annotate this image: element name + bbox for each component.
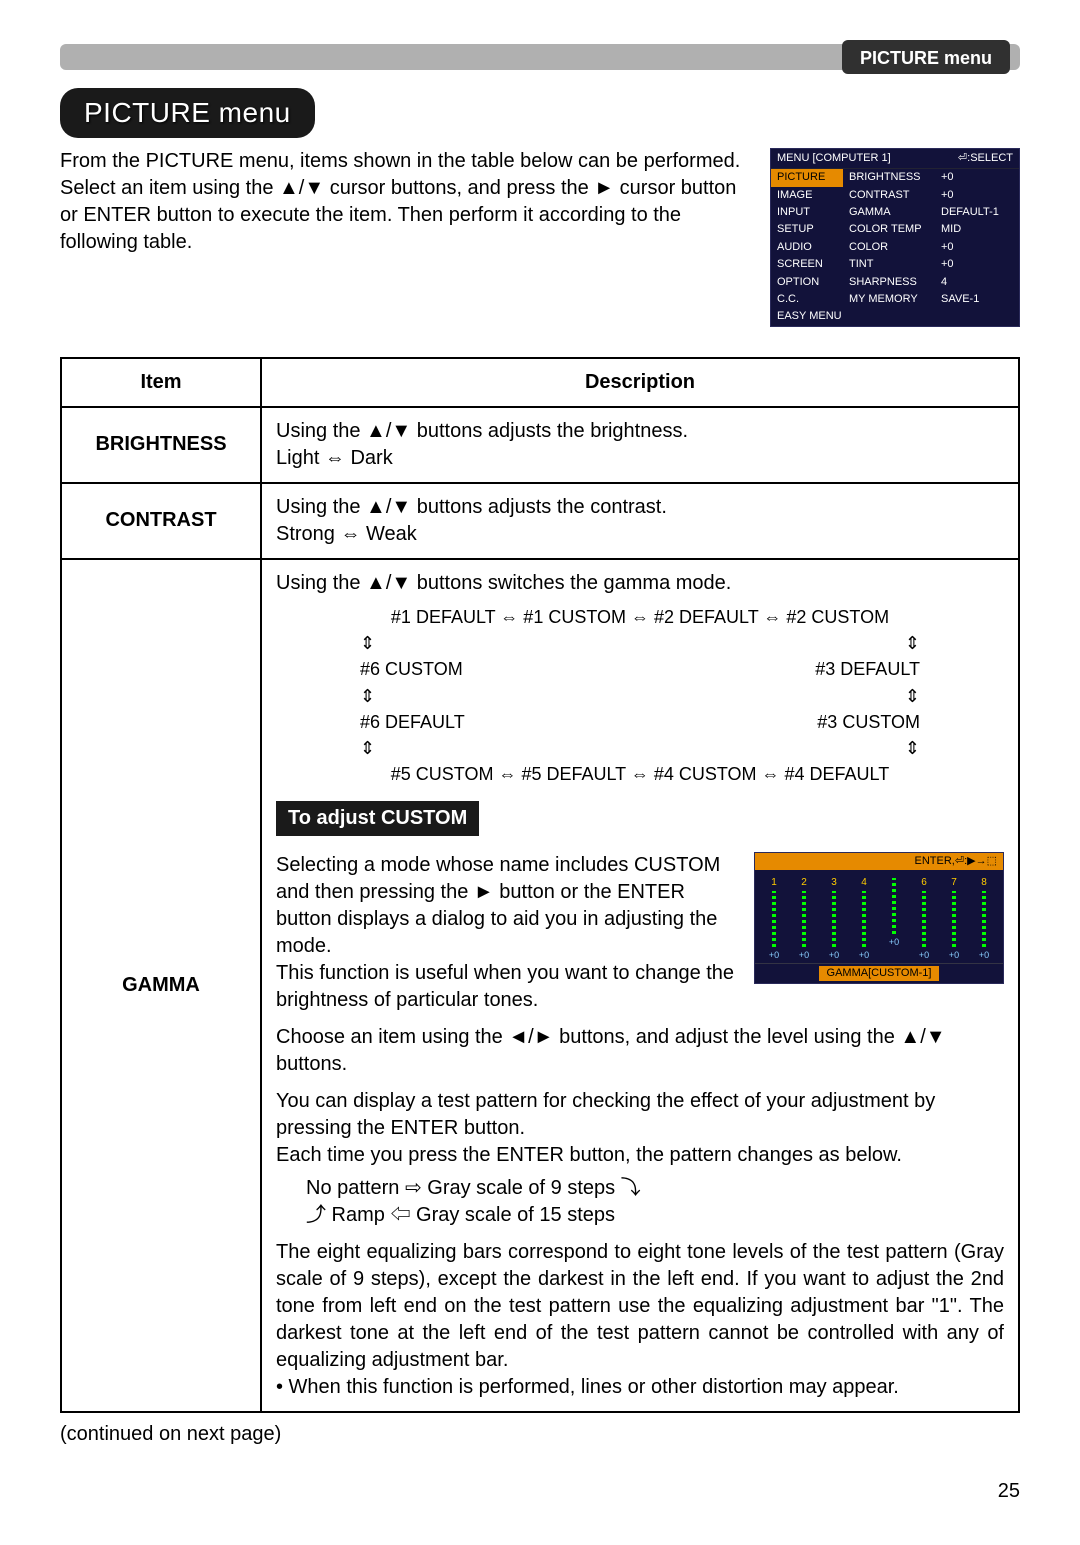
gamma-subhead: To adjust CUSTOM xyxy=(276,801,479,836)
up-down-icon: ⇕ xyxy=(360,736,375,760)
up-down-icon: ⇕ xyxy=(905,736,920,760)
osd-mid-item: BRIGHTNESS xyxy=(843,169,935,186)
osd-right-item: SAVE-1 xyxy=(935,291,1019,308)
osd-left-item: INPUT xyxy=(771,204,843,221)
osd-left-item: EASY MENU xyxy=(771,308,843,325)
up-down-icon: ⇕ xyxy=(360,684,375,708)
desc-line: Using the ▲/▼ buttons switches the gamma… xyxy=(276,570,1004,597)
osd-mid-item: CONTRAST xyxy=(843,187,935,204)
item-desc: Using the ▲/▼ buttons adjusts the contra… xyxy=(261,483,1019,559)
up-down-icon: ⇕ xyxy=(360,631,375,655)
table-row: GAMMA Using the ▲/▼ buttons switches the… xyxy=(61,559,1019,1412)
cycle-line: #3 CUSTOM xyxy=(817,710,920,734)
osd-select-label: ⏎:SELECT xyxy=(958,151,1013,166)
osd-screenshot: MENU [COMPUTER 1] ⏎:SELECT PICTURE IMAGE… xyxy=(770,148,1020,327)
table-row: BRIGHTNESS Using the ▲/▼ buttons adjusts… xyxy=(61,407,1019,483)
osd-right-item: MID xyxy=(935,221,1019,238)
item-name: GAMMA xyxy=(61,559,261,1412)
osd-mid-item: SHARPNESS xyxy=(843,274,935,291)
breadcrumb: PICTURE menu xyxy=(842,40,1010,74)
osd-left-item: OPTION xyxy=(771,274,843,291)
gamma-cycle: #1 DEFAULT ⇔ #1 CUSTOM ⇔ #2 DEFAULT ⇔ #2… xyxy=(276,605,1004,787)
eq-bar xyxy=(922,891,926,947)
eq-bar xyxy=(892,878,896,934)
osd-mid-item: COLOR xyxy=(843,239,935,256)
eq-bar xyxy=(802,891,806,947)
osd-mid-item: MY MEMORY xyxy=(843,291,935,308)
bar-val: +0 xyxy=(821,949,847,961)
bar-val: +0 xyxy=(881,936,907,948)
desc-note: • When this function is performed, lines… xyxy=(276,1374,1004,1401)
osd-left-item: SCREEN xyxy=(771,256,843,273)
eq-bar xyxy=(862,891,866,947)
item-name: CONTRAST xyxy=(61,483,261,559)
osd-right-item: 4 xyxy=(935,274,1019,291)
page-number: 25 xyxy=(60,1478,1020,1505)
item-name: BRIGHTNESS xyxy=(61,407,261,483)
cycle-line: #6 DEFAULT xyxy=(360,710,465,734)
col-header-desc: Description xyxy=(261,358,1019,407)
bar-val: +0 xyxy=(971,949,997,961)
gamma-osd-footer: GAMMA[CUSTOM-1] xyxy=(819,966,940,981)
settings-table: Item Description BRIGHTNESS Using the ▲/… xyxy=(60,357,1020,1413)
bar-val: +0 xyxy=(791,949,817,961)
bar-num: 8 xyxy=(971,876,997,890)
desc-line: Strong ⇔ Weak xyxy=(276,521,1004,548)
bar-num: 2 xyxy=(791,876,817,890)
cycle-line: #5 CUSTOM ⇔ #5 DEFAULT ⇔ #4 CUSTOM ⇔ #4 … xyxy=(276,762,1004,786)
osd-right-item: +0 xyxy=(935,256,1019,273)
eq-bar xyxy=(772,891,776,947)
section-title: PICTURE menu xyxy=(60,88,315,138)
eq-bar xyxy=(832,891,836,947)
desc-line: Light ⇔ Dark xyxy=(276,445,1004,472)
continued-note: (continued on next page) xyxy=(60,1421,1020,1448)
eq-bar xyxy=(982,891,986,947)
up-down-icon: ⇕ xyxy=(905,631,920,655)
bar-num: 4 xyxy=(851,876,877,890)
up-down-icon: ⇕ xyxy=(905,684,920,708)
gamma-osd-screenshot: ENTER,⏎:▶→⬚ 1 +0 2 +0 3 +0 4 +0 +0 6 +0 7 +0 8… xyxy=(754,852,1004,984)
col-header-item: Item xyxy=(61,358,261,407)
cycle-line: ⤴ Ramp ⇦ Gray scale of 15 steps xyxy=(306,1202,1004,1229)
osd-left-item: IMAGE xyxy=(771,187,843,204)
desc-line: Choose an item using the ◄/► buttons, an… xyxy=(276,1024,1004,1078)
bar-val: +0 xyxy=(941,949,967,961)
osd-left-item: C.C. xyxy=(771,291,843,308)
cycle-line: #3 DEFAULT xyxy=(815,657,920,681)
bar-num: 1 xyxy=(761,876,787,890)
item-desc: Using the ▲/▼ buttons adjusts the bright… xyxy=(261,407,1019,483)
osd-right-item: DEFAULT-1 xyxy=(935,204,1019,221)
bar-num: 3 xyxy=(821,876,847,890)
pattern-cycle: No pattern ⇨ Gray scale of 9 steps ⤵ ⤴ R… xyxy=(306,1175,1004,1229)
desc-line: Using the ▲/▼ buttons adjusts the bright… xyxy=(276,418,1004,445)
osd-menu-label: MENU [COMPUTER 1] xyxy=(777,151,891,166)
intro-paragraph: From the PICTURE menu, items shown in th… xyxy=(60,148,750,256)
osd-right-item: +0 xyxy=(935,187,1019,204)
bar-val: +0 xyxy=(851,949,877,961)
osd-mid-item: TINT xyxy=(843,256,935,273)
cycle-line: #6 CUSTOM xyxy=(360,657,463,681)
osd-left-item: PICTURE xyxy=(771,169,843,186)
cycle-line: No pattern ⇨ Gray scale of 9 steps ⤵ xyxy=(306,1175,1004,1202)
bar-num: 6 xyxy=(911,876,937,890)
item-desc: Using the ▲/▼ buttons switches the gamma… xyxy=(261,559,1019,1412)
osd-left-item: SETUP xyxy=(771,221,843,238)
bar-num: 7 xyxy=(941,876,967,890)
osd-mid-item: COLOR TEMP xyxy=(843,221,935,238)
osd-left-item: AUDIO xyxy=(771,239,843,256)
header-bar: PICTURE menu xyxy=(60,40,1020,74)
cycle-line: #1 DEFAULT ⇔ #1 CUSTOM ⇔ #2 DEFAULT ⇔ #2… xyxy=(276,605,1004,629)
bar-val: +0 xyxy=(911,949,937,961)
table-row: CONTRAST Using the ▲/▼ buttons adjusts t… xyxy=(61,483,1019,559)
osd-mid-item: GAMMA xyxy=(843,204,935,221)
desc-line: You can display a test pattern for check… xyxy=(276,1088,1004,1169)
desc-line: Using the ▲/▼ buttons adjusts the contra… xyxy=(276,494,1004,521)
gamma-osd-header: ENTER,⏎:▶→⬚ xyxy=(755,853,1003,870)
osd-right-item: +0 xyxy=(935,239,1019,256)
desc-line: The eight equalizing bars correspond to … xyxy=(276,1239,1004,1374)
bar-val: +0 xyxy=(761,949,787,961)
eq-bar xyxy=(952,891,956,947)
osd-right-item: +0 xyxy=(935,169,1019,186)
